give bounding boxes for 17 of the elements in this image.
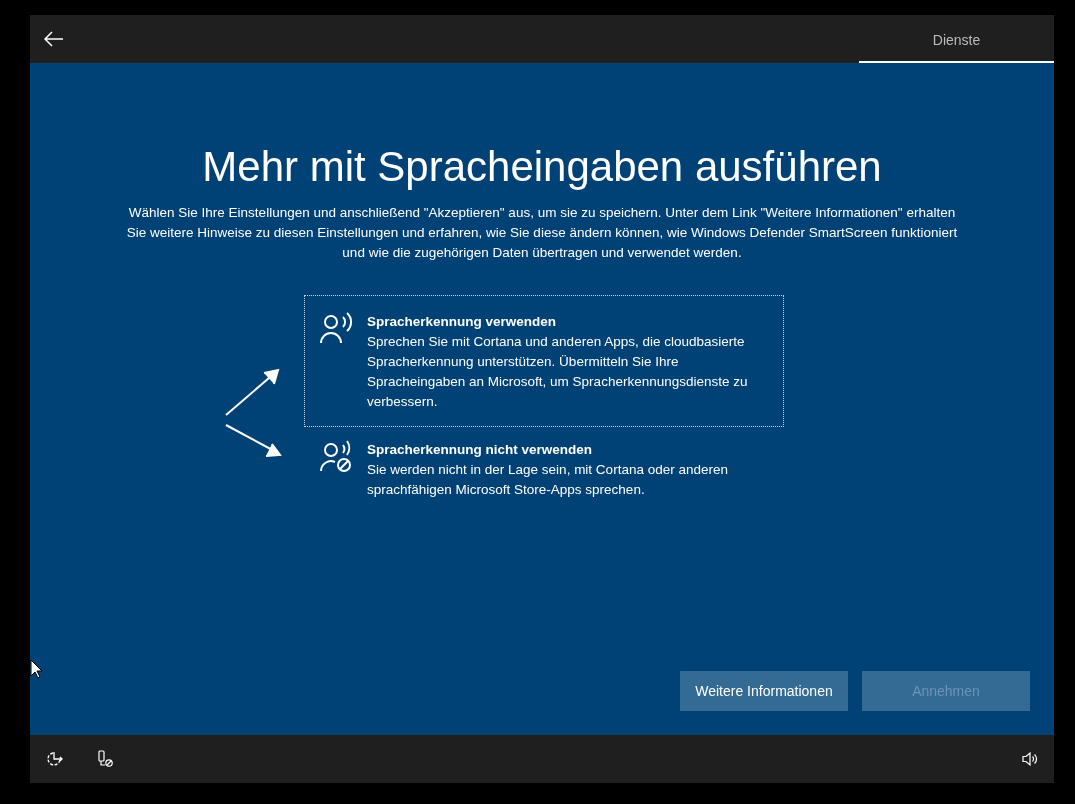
option-title: Spracherkennung verwenden bbox=[367, 313, 558, 331]
volume-icon[interactable] bbox=[1022, 751, 1038, 767]
mouse-cursor-icon bbox=[30, 659, 44, 679]
speech-recognition-icon bbox=[319, 311, 353, 345]
page-title: Mehr mit Spracheingaben ausführen bbox=[202, 143, 882, 191]
arrow-icon bbox=[224, 423, 284, 459]
microphone-off-icon[interactable] bbox=[96, 750, 114, 768]
dialog-button[interactable]: Weitere Informationen bbox=[680, 671, 848, 711]
option-description: Sprechen Sie mit Cortana und anderen Apps, die cloudbasierte Spracherkennung unterstützen. Übermitteln Sie Ihre Spracheingaben an Microsoft, um Spracherkennungsdienste zu verbessern. bbox=[367, 333, 749, 411]
ease-of-access-icon[interactable] bbox=[46, 750, 64, 768]
speech-recognition-off-icon bbox=[319, 439, 353, 473]
option-description: Sie werden nicht in der Lage sein, mit Cortana oder anderen sprachfähigen Microsoft Store-Apps sprechen. bbox=[367, 461, 729, 499]
intro-text: Wählen Sie Ihre Einstellungen und anschließend "Akzeptieren" aus, um sie zu speichern. Unter dem Link "Weitere Informationen" erhalten Sie weitere Hinweise zu diesen Einstellungen und erfahren, wie Sie diese ändern können, wie Windows Defender SmartScreen funktioniert und wie die zugehörigen Daten übertragen und verwendet werden. bbox=[125, 204, 959, 262]
speech-option[interactable]: Spracherkennung nicht verwenden Sie werden nicht in der Lage sein, mit Cortana oder anderen sprachfähigen Microsoft Store-Apps sprechen. bbox=[304, 427, 784, 515]
back-arrow-icon bbox=[44, 31, 64, 47]
option-title: Spracherkennung nicht verwenden bbox=[367, 441, 594, 459]
speech-option[interactable] bbox=[304, 295, 784, 427]
